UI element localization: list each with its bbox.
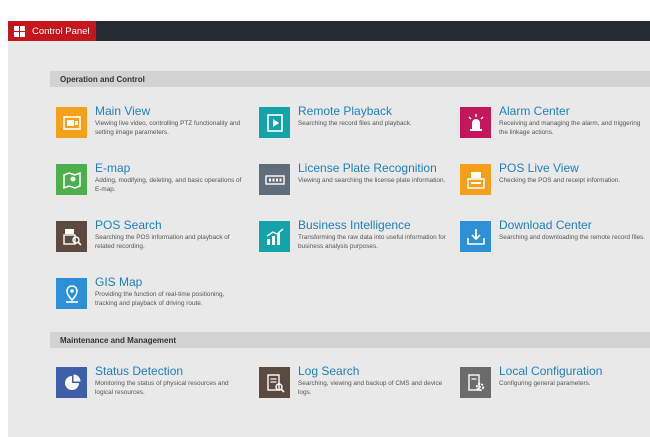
module-desc: Transforming the raw data into useful in… (298, 234, 446, 250)
log-search-icon (259, 367, 290, 398)
download-icon (460, 221, 491, 252)
module-title: GIS Map (95, 275, 143, 289)
module-pos-search[interactable]: POS Search Searching the POS information… (56, 218, 246, 261)
module-title: Remote Playback (298, 104, 393, 118)
module-desc: Searching the POS information and playba… (95, 234, 230, 250)
module-title: Download Center (499, 218, 592, 232)
module-desc: Checking the POS and receipt information… (499, 177, 621, 184)
module-download-center[interactable]: Download Center Searching and downloadin… (460, 218, 650, 261)
module-title: POS Live View (499, 161, 579, 175)
module-status-detection[interactable]: Status Detection Monitoring the status o… (56, 364, 246, 407)
module-desc: Configuring general parameters. (499, 380, 591, 387)
module-desc: Providing the function of real-time posi… (95, 291, 225, 307)
pos-search-icon (56, 221, 87, 252)
alarm-light-icon (460, 107, 491, 138)
section-header-operation: Operation and Control (50, 71, 650, 87)
module-desc: Receiving and managing the alarm, and tr… (499, 120, 641, 136)
module-log-search[interactable]: Log Search Searching, viewing and backup… (259, 364, 449, 407)
module-title: Business Intelligence (298, 218, 411, 232)
module-desc: Adding, modifying, deleting, and basic o… (95, 177, 242, 193)
module-emap[interactable]: E-map Adding, modifying, deleting, and b… (56, 161, 246, 204)
top-bar: Control Panel (8, 21, 650, 41)
pos-terminal-icon (460, 164, 491, 195)
module-title: E-map (95, 161, 131, 175)
module-title: Main View (95, 104, 151, 118)
bar-chart-icon (259, 221, 290, 252)
pie-chart-icon (56, 367, 87, 398)
module-title: Local Configuration (499, 364, 603, 378)
license-plate-icon (259, 164, 290, 195)
tab-label: Control Panel (32, 25, 90, 37)
module-pos-live-view[interactable]: POS Live View Checking the POS and recei… (460, 161, 650, 204)
section-header-maintenance: Maintenance and Management (50, 332, 650, 348)
module-remote-playback[interactable]: Remote Playback Searching the record fil… (259, 104, 449, 147)
module-alarm-center[interactable]: Alarm Center Receiving and managing the … (460, 104, 650, 147)
module-title: POS Search (95, 218, 162, 232)
grid-icon (14, 25, 25, 37)
module-local-configuration[interactable]: Local Configuration Configuring general … (460, 364, 650, 407)
module-title: Alarm Center (499, 104, 570, 118)
module-desc: Searching, viewing and backup of CMS and… (298, 380, 443, 396)
module-desc: Searching and downloading the remote rec… (499, 234, 646, 241)
playback-icon (259, 107, 290, 138)
camera-icon (56, 107, 87, 138)
module-desc: Viewing live video, controlling PTZ func… (95, 120, 241, 136)
module-desc: Viewing and searching the license plate … (298, 177, 446, 184)
module-title: License Plate Recognition (298, 161, 437, 175)
module-title: Status Detection (95, 364, 184, 378)
map-icon (56, 164, 87, 195)
module-desc: Searching the record files and playback. (298, 120, 412, 127)
control-panel-window: Control Panel Operation and Control Main… (8, 21, 650, 437)
tab-control-panel[interactable]: Control Panel (8, 21, 96, 41)
module-gis-map[interactable]: GIS Map Providing the function of real-t… (56, 275, 246, 318)
module-title: Log Search (298, 364, 360, 378)
module-license-plate-recognition[interactable]: License Plate Recognition Viewing and se… (259, 161, 449, 204)
module-desc: Monitoring the status of physical resour… (95, 380, 229, 396)
module-business-intelligence[interactable]: Business Intelligence Transforming the r… (259, 218, 449, 261)
location-pin-icon (56, 278, 87, 309)
module-main-view[interactable]: Main View Viewing live video, controllin… (56, 104, 246, 147)
config-gear-icon (460, 367, 491, 398)
